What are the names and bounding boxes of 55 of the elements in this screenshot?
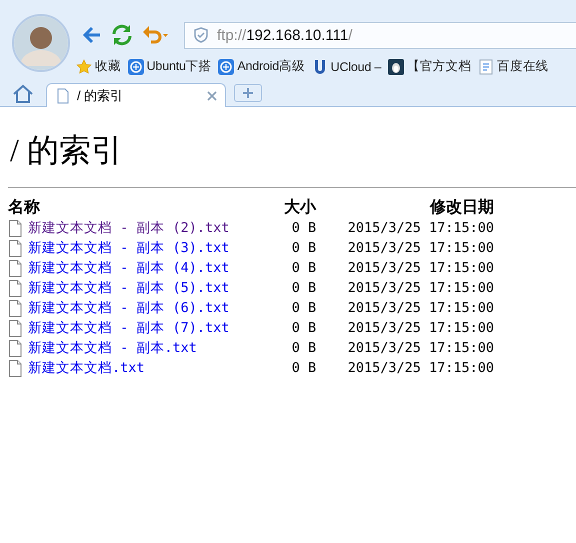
file-icon	[8, 340, 22, 356]
file-icon	[8, 300, 22, 316]
modified-date: 2015/3/25 17:15:00	[348, 300, 494, 316]
bookmark[interactable]: 【官方文档	[388, 58, 472, 75]
column-header: 名称	[8, 198, 41, 218]
file-size: 0 B	[292, 240, 316, 256]
file-link[interactable]: 新建文本文档 - 副本 (5).txt	[28, 279, 230, 297]
file-size: 0 B	[292, 220, 316, 236]
document-icon	[478, 58, 494, 74]
file-link[interactable]: 新建文本文档 - 副本 (4).txt	[28, 259, 230, 277]
file-icon	[8, 320, 22, 336]
file-size: 0 B	[292, 360, 316, 376]
file-size: 0 B	[292, 300, 316, 316]
file-icon	[8, 220, 22, 236]
bookmark[interactable]: Ubuntu下搭	[128, 58, 212, 75]
file-icon	[8, 360, 22, 376]
file-icon	[8, 240, 22, 256]
file-link[interactable]: 新建文本文档 - 副本 (3).txt	[28, 239, 230, 257]
modified-date: 2015/3/25 17:15:00	[348, 220, 494, 236]
refresh-icon[interactable]	[110, 23, 134, 47]
home-icon[interactable]	[12, 84, 34, 104]
shield-icon	[193, 27, 209, 43]
file-link[interactable]: 新建文本文档.txt	[28, 359, 145, 377]
new-tab-button[interactable]	[234, 84, 262, 102]
modified-date: 2015/3/25 17:15:00	[348, 240, 494, 256]
star-icon	[76, 58, 92, 74]
bookmark[interactable]: Android高级	[218, 58, 305, 75]
url-text: ftp://192.168.10.111/	[217, 26, 352, 44]
modified-date: 2015/3/25 17:15:00	[348, 320, 494, 336]
page-icon	[55, 88, 71, 104]
bookmark[interactable]: 百度在线	[478, 58, 548, 75]
file-size: 0 B	[292, 340, 316, 356]
plus-icon	[243, 88, 253, 98]
file-link[interactable]: 新建文本文档 - 副本 (7).txt	[28, 319, 230, 337]
file-link[interactable]: 新建文本文档 - 副本 (2).txt	[28, 219, 230, 237]
modified-date: 2015/3/25 17:15:00	[348, 360, 494, 376]
modified-date: 2015/3/25 17:15:00	[348, 260, 494, 276]
file-size: 0 B	[292, 320, 316, 336]
file-link[interactable]: 新建文本文档 - 副本 (6).txt	[28, 299, 230, 317]
avatar[interactable]	[12, 14, 70, 72]
modified-date: 2015/3/25 17:15:00	[348, 340, 494, 356]
bookmark[interactable]: UCloud –	[312, 58, 382, 75]
file-icon	[8, 280, 22, 296]
bookmark[interactable]: 收藏	[76, 58, 121, 75]
file-size: 0 B	[292, 260, 316, 276]
column-header: 修改日期	[316, 196, 494, 218]
browser-tab[interactable]: / 的索引	[46, 83, 226, 107]
close-icon[interactable]	[207, 90, 217, 100]
column-header: 大小	[283, 198, 316, 218]
file-link[interactable]: 新建文本文档 - 副本.txt	[28, 339, 197, 357]
file-size: 0 B	[292, 280, 316, 296]
modified-date: 2015/3/25 17:15:00	[348, 280, 494, 296]
file-icon	[8, 260, 22, 276]
address-bar[interactable]: ftp://192.168.10.111/	[184, 22, 576, 48]
page-heading: / 的索引	[10, 131, 124, 170]
